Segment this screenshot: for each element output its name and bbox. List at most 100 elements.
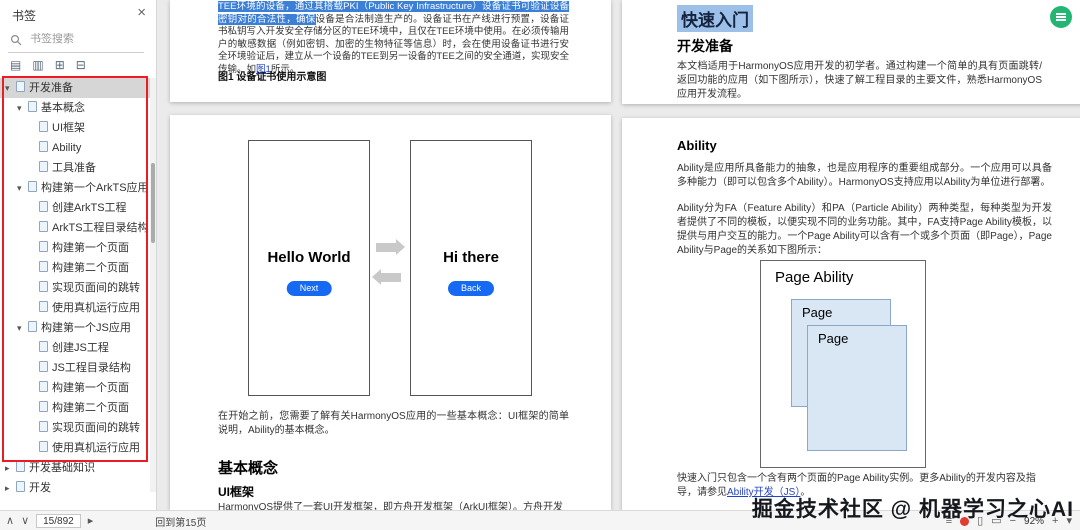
figure-phone-screen-1: Hello World Next [248, 140, 370, 396]
bookmark-page-icon [39, 381, 48, 392]
add-bookmark-icon[interactable]: ⊞ [55, 58, 65, 72]
sidebar-scrollbar[interactable] [150, 78, 156, 492]
zoom-level[interactable]: 92% [1024, 516, 1044, 527]
bookmark-item[interactable]: ▸ 开发基础知识 [0, 458, 150, 478]
bookmark-item[interactable]: ArkTS工程目录结构 [0, 218, 150, 238]
bookmark-item[interactable]: 构建第一个页面 [0, 378, 150, 398]
figure-caption: 图1 设备证书使用示意图 [218, 72, 327, 83]
next-page-icon[interactable]: ∨ [21, 512, 29, 530]
ability-dev-link[interactable]: Ability开发（JS） [727, 487, 800, 498]
bookmark-page-icon [16, 461, 25, 472]
page-paragraph: 在开始之前，您需要了解有关HarmonyOS应用的一些基本概念：UI框架的简单说… [218, 411, 569, 436]
chapter-title-selected: 快速入门 [677, 5, 753, 32]
page-indicator[interactable]: 15/892 [36, 514, 81, 528]
bookmark-item[interactable]: ▾ 基本概念 [0, 98, 150, 118]
single-page-icon[interactable]: ▯ [977, 512, 983, 530]
bookmark-item[interactable]: ▾ 构建第一个JS应用 [0, 318, 150, 338]
caret-down-icon[interactable]: ▾ [17, 98, 28, 118]
bookmark-item[interactable]: 构建第二个页面 [0, 398, 150, 418]
remove-bookmark-icon[interactable]: ⊟ [76, 58, 86, 72]
bookmark-label: JS工程目录结构 [52, 362, 131, 374]
back-to-page-link[interactable]: 回到第15页 [155, 514, 206, 529]
close-panel-icon[interactable]: × [137, 4, 146, 21]
bookmark-label: 开发 [29, 482, 51, 494]
bookmark-item[interactable]: 构建第一个页面 [0, 238, 150, 258]
fit-width-icon[interactable]: ▭ [991, 512, 1001, 530]
browser-extension-icon[interactable] [1050, 6, 1072, 28]
figure-app-title: Hi there [443, 249, 499, 266]
bookmark-label: 构建第一个JS应用 [41, 322, 131, 334]
pdf-reader-window: 书签 × ▤ ▥ ⊞ ⊟ ▾开发准备 ▾基本概念 UI框架 Ability 工具… [0, 0, 1080, 530]
bookmark-search-input[interactable] [30, 33, 130, 45]
page-paragraph: Ability是应用所具备能力的抽象，也是应用程序的重要组成部分。一个应用可以具… [677, 163, 1052, 188]
bookmark-label: 基本概念 [41, 102, 85, 114]
status-bar: ∧ ∨ 15/892 ▸ 回到第15页 ≡ ▯ ▭ − 92% + ▾ [0, 510, 1080, 530]
zoom-in-icon[interactable]: + [1052, 512, 1058, 530]
pdf-page-hello-world: Hello World Next Hi there Back 在开始之前，您需要… [170, 115, 611, 510]
caret-down-icon[interactable]: ▾ [5, 78, 16, 98]
caret-down-icon[interactable]: ▾ [17, 318, 28, 338]
bookmark-toolbar: ▤ ▥ ⊞ ⊟ [10, 58, 86, 72]
bookmark-item[interactable]: 实现页面间的跳转 [0, 418, 150, 438]
bookmark-item[interactable]: Ability [0, 138, 150, 158]
bookmark-page-icon [39, 281, 48, 292]
bookmark-page-icon [39, 361, 48, 372]
figure-phone-screen-2: Hi there Back [410, 140, 532, 396]
pdf-page-ability: Ability Ability是应用所具备能力的抽象，也是应用程序的重要组成部分… [622, 118, 1080, 510]
caret-right-icon[interactable]: ▸ [5, 458, 16, 478]
record-icon[interactable] [960, 516, 970, 526]
bookmark-item[interactable]: 使用真机运行应用 [0, 298, 150, 318]
bookmark-label: 构建第二个页面 [52, 262, 129, 274]
figure-back-button: Back [447, 281, 495, 296]
paragraph-text: 。 [800, 487, 811, 498]
sidebar-scrollbar-thumb[interactable] [151, 163, 155, 243]
bookmark-page-icon [39, 121, 48, 132]
bookmark-item[interactable]: UI框架 [0, 118, 150, 138]
bookmark-page-icon [16, 481, 25, 492]
bookmark-page-icon [28, 181, 37, 192]
hand-tool-icon[interactable]: ≡ [946, 512, 952, 530]
pdf-page-quickstart: 快速入门 开发准备 本文档适用于HarmonyOS应用开发的初学者。通过构建一个… [622, 0, 1080, 104]
bookmark-label: 开发准备 [29, 82, 73, 94]
caret-right-icon[interactable]: ▸ [5, 478, 16, 498]
section-heading: 开发准备 [677, 38, 733, 54]
bookmark-item[interactable]: 构建第二个页面 [0, 258, 150, 278]
bookmark-label: 开发基础知识 [29, 462, 95, 474]
go-to-page-icon[interactable]: ▸ [88, 512, 94, 530]
bookmark-page-icon [39, 301, 48, 312]
bookmark-item[interactable]: ▾ 构建第一个ArkTS应用 [0, 178, 150, 198]
view-controls: ≡ ▯ ▭ − 92% + ▾ [946, 511, 1072, 530]
bookmark-item[interactable]: 使用真机运行应用 [0, 438, 150, 458]
bookmark-page-icon [39, 261, 48, 272]
page-paragraph: HarmonyOS提供了一套UI开发框架，即方舟开发框架（ArkUI框架）。方舟… [218, 502, 564, 510]
bookmark-label: 构建第一个ArkTS应用 [41, 182, 149, 194]
caret-down-icon[interactable]: ▾ [17, 178, 28, 198]
prev-page-icon[interactable]: ∧ [6, 512, 14, 530]
page-ability-diagram: Page Ability Page Page [760, 260, 926, 468]
bookmark-page-icon [28, 321, 37, 332]
bookmark-item[interactable]: 创建JS工程 [0, 338, 150, 358]
bookmark-label: 构建第二个页面 [52, 402, 129, 414]
bookmark-item[interactable]: JS工程目录结构 [0, 358, 150, 378]
zoom-menu-icon[interactable]: ▾ [1066, 512, 1072, 530]
zoom-out-icon[interactable]: − [1010, 512, 1016, 530]
bookmark-label: 创建ArkTS工程 [52, 202, 127, 214]
bookmark-label: UI框架 [52, 122, 85, 134]
document-view: TEE环境的设备，通过其搭载PKI（Public Key Infrastruct… [157, 0, 1080, 510]
bookmark-item[interactable]: 创建ArkTS工程 [0, 198, 150, 218]
bookmark-label: 使用真机运行应用 [52, 442, 140, 454]
expand-all-icon[interactable]: ▤ [10, 58, 21, 72]
figure-app-title: Hello World [267, 249, 351, 266]
page-paragraph: 快速入门只包含一个含有两个页面的Page Ability实例。更多Ability… [677, 472, 1052, 500]
bookmark-page-icon [39, 401, 48, 412]
bookmark-search[interactable] [8, 30, 144, 53]
bookmark-page-icon [16, 81, 25, 92]
collapse-all-icon[interactable]: ▥ [32, 58, 43, 72]
bookmark-item[interactable]: 工具准备 [0, 158, 150, 178]
bookmark-item[interactable]: ▾ 开发准备 [0, 78, 150, 98]
bookmark-item[interactable]: ▸ 开发 [0, 478, 150, 498]
bookmark-item[interactable]: 实现页面间的跳转 [0, 278, 150, 298]
bookmark-page-icon [39, 141, 48, 152]
bookmark-page-icon [39, 161, 48, 172]
diagram-label: Page Ability [775, 269, 854, 286]
